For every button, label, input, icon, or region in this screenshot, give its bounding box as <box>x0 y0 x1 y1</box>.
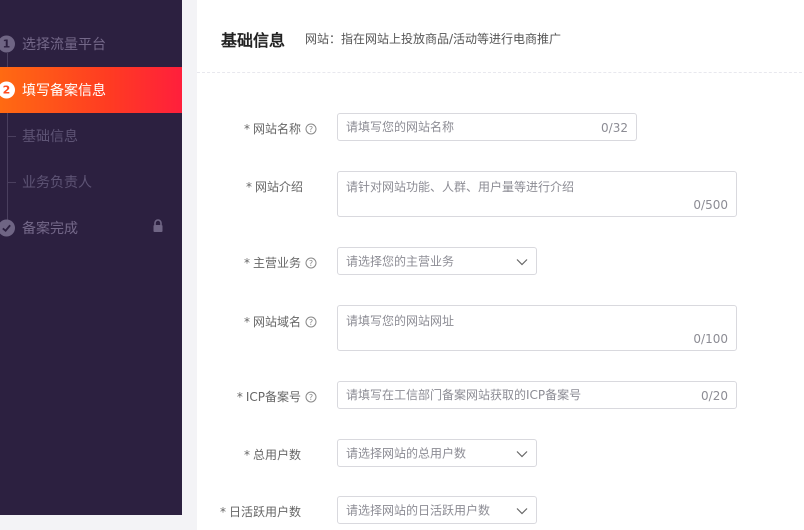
card-title: 基础信息 <box>221 31 286 50</box>
site-intro-label: * 网站介绍 <box>245 180 303 194</box>
step-label: 备案完成 <box>22 221 78 237</box>
sub-step-tick <box>8 182 16 183</box>
svg-text:?: ? <box>309 318 313 327</box>
lock-icon <box>152 219 164 237</box>
site-name-input[interactable] <box>346 114 586 140</box>
sidebar: 1 选择流量平台 2 填写备案信息 基础信息 业务负责人 备案完成 <box>0 0 182 515</box>
icp-input[interactable] <box>346 382 686 408</box>
main-business-select[interactable]: 请选择您的主营业务 <box>337 247 537 275</box>
step-label: 填写备案信息 <box>22 83 106 99</box>
step-number-badge: 2 <box>0 81 15 99</box>
dau-select[interactable]: 请选择网站的日活跃用户数 <box>337 496 537 524</box>
chevron-down-icon <box>516 252 528 271</box>
icp-field[interactable]: 0/20 <box>337 381 737 409</box>
svg-text:?: ? <box>309 393 313 402</box>
svg-text:?: ? <box>309 259 313 268</box>
sub-step-basic-info[interactable]: 基础信息 <box>0 113 182 159</box>
domain-label: * 网站域名? <box>207 313 317 331</box>
step-number-badge: 1 <box>0 35 15 53</box>
help-icon[interactable]: ? <box>305 316 317 331</box>
step-select-platform[interactable]: 1 选择流量平台 <box>0 21 182 67</box>
select-placeholder: 请选择网站的总用户数 <box>346 446 467 461</box>
sub-step-label: 业务负责人 <box>22 175 92 191</box>
svg-text:?: ? <box>309 125 313 134</box>
step-complete[interactable]: 备案完成 <box>0 205 182 251</box>
chevron-down-icon <box>516 501 528 520</box>
form-card: 基础信息 网站：指在网站上投放商品/活动等进行电商推广 *网站名称? 0/32 … <box>197 0 804 530</box>
char-counter: 0/32 <box>601 121 628 135</box>
sub-step-tick <box>8 136 16 137</box>
select-placeholder: 请选择您的主营业务 <box>346 254 455 269</box>
icp-label: * ICP备案号? <box>207 388 317 406</box>
total-users-select[interactable]: 请选择网站的总用户数 <box>337 439 537 467</box>
sub-step-business-owner[interactable]: 业务负责人 <box>0 159 182 205</box>
help-icon[interactable]: ? <box>305 391 317 406</box>
domain-textarea[interactable] <box>346 312 706 332</box>
char-counter: 0/500 <box>693 198 728 212</box>
site-intro-textarea[interactable] <box>346 178 706 198</box>
dau-label: * 日活跃用户数 <box>219 505 301 519</box>
select-placeholder: 请选择网站的日活跃用户数 <box>346 503 491 518</box>
step-fill-info[interactable]: 2 填写备案信息 <box>0 67 182 113</box>
chevron-down-icon <box>516 444 528 463</box>
site-name-field[interactable]: 0/32 <box>337 113 637 141</box>
check-icon <box>0 219 15 237</box>
main-business-label: * 主营业务? <box>207 254 317 272</box>
step-label: 选择流量平台 <box>22 37 106 53</box>
help-icon[interactable]: ? <box>305 257 317 272</box>
card-description: 网站：指在网站上投放商品/活动等进行电商推广 <box>305 32 562 46</box>
site-intro-field[interactable]: 0/500 <box>337 171 737 217</box>
site-name-label: * 网站名称? <box>207 120 317 138</box>
help-icon[interactable]: ? <box>305 123 317 138</box>
sub-step-label: 基础信息 <box>22 129 78 145</box>
card-header: 基础信息 网站：指在网站上投放商品/活动等进行电商推广 <box>197 0 804 73</box>
domain-field[interactable]: 0/100 <box>337 305 737 351</box>
char-counter: 0/100 <box>693 332 728 346</box>
total-users-label: * 总用户数 <box>243 448 301 462</box>
char-counter: 0/20 <box>701 389 728 403</box>
